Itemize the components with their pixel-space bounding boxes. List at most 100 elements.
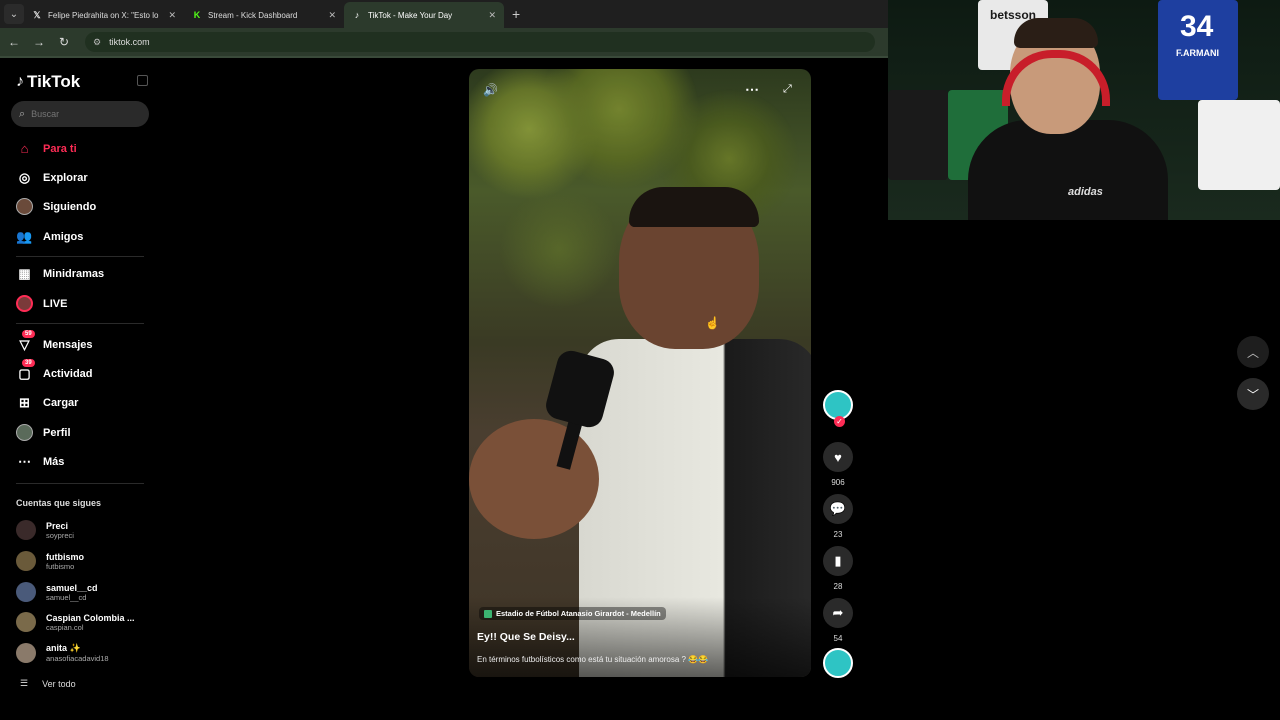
nav-actividad[interactable]: ▢ 39 Actividad — [16, 359, 93, 382]
nav-live[interactable]: LIVE — [16, 295, 67, 312]
bookmark-icon: ▮ — [823, 546, 853, 576]
video-title: Ey!! Que Se Deisy... — [477, 631, 575, 643]
kick-icon: K — [193, 10, 201, 20]
fullscreen-icon[interactable]: ⤢ — [783, 83, 792, 96]
nav-label: Actividad — [43, 367, 93, 380]
account-item[interactable]: Preci soypreci — [16, 520, 74, 540]
nav-siguiendo[interactable]: Siguiendo — [16, 198, 96, 215]
share-icon: ➦ — [823, 598, 853, 628]
more-options-icon[interactable]: ⋯ — [745, 81, 759, 98]
account-handle: samuel__cd — [46, 592, 87, 602]
browser-tab-bar: ⌄ 𝕏 Felipe Piedrahita on X: "Esto lo ✕ K… — [0, 0, 888, 28]
streamer-hair — [1014, 18, 1098, 48]
sidebar-divider — [16, 323, 144, 324]
location-pin-icon — [484, 609, 492, 618]
volume-icon[interactable]: 🔊 — [483, 83, 498, 97]
tab-kick[interactable]: K Stream - Kick Dashboard ✕ — [184, 2, 344, 28]
streamer-body — [968, 120, 1168, 220]
home-icon: ⌂ — [20, 141, 29, 156]
save-count: 28 — [833, 582, 843, 591]
tiktok-logo[interactable]: ♪ TikTok — [16, 72, 80, 92]
tab-search-button[interactable]: ⌄ — [4, 4, 24, 24]
nav-mensajes[interactable]: ▽ 59 Mensajes — [16, 330, 93, 353]
comment-button[interactable]: 💬 23 — [823, 494, 853, 539]
video-player[interactable]: 🔊 ⋯ ⤢ ☝ Estadio de Fútbol Atanasio Girar… — [469, 69, 811, 677]
see-all-label: Ver todo — [42, 678, 76, 689]
account-handle: caspian.col — [46, 622, 84, 632]
nav-label: Mensajes — [43, 338, 93, 351]
search-input[interactable] — [31, 109, 132, 119]
account-item[interactable]: samuel__cd samuel__cd — [16, 582, 98, 602]
nav-cargar[interactable]: ⊞ Cargar — [16, 394, 78, 411]
profile-icon — [16, 424, 33, 441]
sound-avatar[interactable] — [823, 648, 853, 678]
avatar — [16, 612, 36, 632]
sidebar-divider — [16, 483, 144, 484]
site-info-icon[interactable]: ⚙ — [93, 37, 101, 48]
nav-minidramas[interactable]: ▦ Minidramas — [16, 265, 104, 282]
logo-text: TikTok — [27, 72, 81, 91]
save-button[interactable]: ▮ 28 — [823, 546, 853, 591]
account-item[interactable]: futbismo futbismo — [16, 551, 84, 571]
hand-cursor-icon: ☝ — [705, 316, 720, 330]
sidebar-divider — [16, 256, 144, 257]
live-icon — [16, 295, 33, 312]
nav-label: Para ti — [43, 142, 77, 155]
account-item[interactable]: anita ✨ anasofiacadavid18 — [16, 643, 109, 663]
webcam-text-name: F.ARMANI — [1176, 48, 1219, 58]
messages-icon: ▽ 59 — [16, 330, 35, 353]
tab-title: Felipe Piedrahita on X: "Esto lo — [48, 10, 159, 20]
nav-label: Más — [43, 455, 65, 468]
comment-icon: 💬 — [823, 494, 853, 524]
tab-title: Stream - Kick Dashboard — [208, 10, 298, 20]
messages-badge: 59 — [22, 330, 35, 338]
location-tag[interactable]: Estadio de Fútbol Atanasio Girardot - Me… — [479, 607, 666, 620]
see-all-link[interactable]: ☰ Ver todo — [20, 678, 76, 689]
webcam-overlay: betsson 34 F.ARMANI adidas — [888, 0, 1280, 220]
nav-perfil[interactable]: Perfil — [16, 424, 71, 441]
share-button[interactable]: ➦ 54 — [823, 598, 853, 643]
avatar — [16, 551, 36, 571]
url-field[interactable]: ⚙ tiktok.com — [85, 32, 875, 52]
nav-label: Cargar — [43, 396, 79, 409]
next-video-button[interactable]: ﹀ — [1237, 378, 1269, 410]
previous-video-button[interactable]: ︿ — [1237, 336, 1269, 368]
jersey-black — [888, 90, 948, 180]
activity-badge: 39 — [22, 359, 35, 367]
account-item[interactable]: Caspian Colombia ... caspian.col — [16, 612, 135, 632]
like-button[interactable]: ♥ 906 — [823, 442, 853, 487]
tiktok-icon: ♪ — [354, 10, 360, 20]
chevron-up-icon: ︿ — [1246, 345, 1259, 360]
forward-arrow-icon[interactable]: → — [28, 35, 50, 49]
account-name: futbismo — [46, 551, 84, 562]
nav-label: Minidramas — [43, 267, 105, 280]
new-tab-button[interactable]: + — [512, 6, 520, 22]
nav-explorar[interactable]: ◎ Explorar — [16, 169, 88, 186]
heart-icon: ♥ — [823, 442, 853, 472]
action-bar: ✓ ♥ 906 💬 23 ▮ 28 ➦ 54 — [822, 390, 854, 678]
like-count: 906 — [831, 478, 845, 487]
avatar-icon — [16, 198, 33, 215]
search-bar[interactable]: ⌕ — [11, 101, 149, 127]
back-arrow-icon[interactable]: ← — [3, 35, 25, 49]
close-tab-icon[interactable]: ✕ — [168, 10, 176, 21]
comment-count: 23 — [833, 530, 843, 539]
account-handle: anasofiacadavid18 — [46, 654, 109, 663]
video-description: En términos futbolísticos como está tu s… — [477, 655, 709, 664]
more-icon: ⋯ — [18, 453, 31, 469]
account-name: samuel__cd — [46, 582, 98, 593]
nav-para-ti[interactable]: ⌂ Para ti — [16, 140, 77, 157]
address-bar: ← → ↻ ⚙ tiktok.com — [0, 28, 888, 56]
video-figure-hair — [629, 187, 759, 227]
tab-tiktok[interactable]: ♪ TikTok - Make Your Day ✕ — [344, 2, 504, 28]
reload-icon[interactable]: ↻ — [53, 35, 75, 49]
tab-x[interactable]: 𝕏 Felipe Piedrahita on X: "Esto lo ✕ — [24, 2, 184, 28]
close-tab-icon[interactable]: ✕ — [488, 10, 496, 21]
nav-label: Perfil — [43, 426, 71, 439]
nav-mas[interactable]: ⋯ Más — [16, 453, 64, 470]
follow-plus-icon[interactable]: ✓ — [834, 416, 845, 427]
nav-amigos[interactable]: 👥 Amigos — [16, 228, 83, 245]
close-tab-icon[interactable]: ✕ — [328, 10, 336, 21]
collapse-sidebar-icon[interactable] — [137, 75, 148, 86]
creator-avatar[interactable]: ✓ — [823, 390, 853, 427]
